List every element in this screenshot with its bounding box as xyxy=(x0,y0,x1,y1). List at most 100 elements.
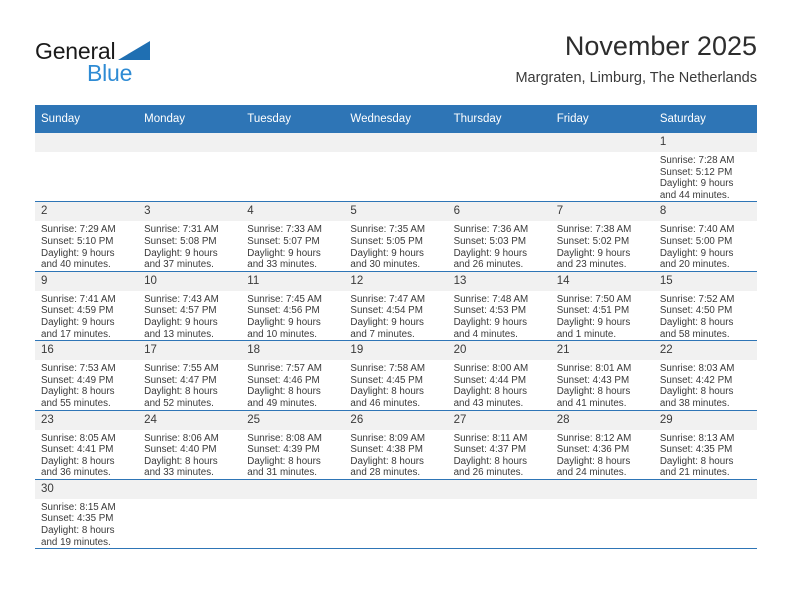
calendar-body: 1 Sunrise: 7:28 AM Sunset: 5:12 PM Daylight… xyxy=(35,133,757,550)
sunset-time: Sunset: 4:36 PM xyxy=(556,444,630,456)
sunset-time: Sunset: 4:42 PM xyxy=(659,374,733,386)
daylight-duration-line2: and 7 minutes. xyxy=(350,328,415,340)
daylight-duration-line1: Daylight: 8 hours xyxy=(247,455,321,467)
calendar-day-cell[interactable]: 25 Sunrise: 8:08 AM Sunset: 4:39 PM Dayligh… xyxy=(241,410,345,480)
day-number: 2 xyxy=(35,202,139,222)
sunrise-time: Sunrise: 8:00 AM xyxy=(453,363,529,375)
daylight-duration-line2: and 44 minutes. xyxy=(659,189,730,201)
day-number: 20 xyxy=(447,341,551,361)
day-detail-block: Sunrise: 7:47 AM Sunset: 4:54 PM Daylight:… xyxy=(344,291,447,340)
day-number xyxy=(447,479,551,499)
weekday-header-friday: Friday xyxy=(550,105,654,133)
day-number: 28 xyxy=(550,410,654,430)
calendar-day-cell[interactable]: 5 Sunrise: 7:35 AM Sunset: 5:05 PM Daylight… xyxy=(344,201,448,272)
day-detail-block: Sunrise: 7:36 AM Sunset: 5:03 PM Daylight:… xyxy=(448,221,551,270)
calendar-day-cell[interactable]: 3 Sunrise: 7:31 AM Sunset: 5:08 PM Daylight… xyxy=(138,201,242,272)
sunrise-time: Sunrise: 7:40 AM xyxy=(659,224,735,236)
day-detail-block: Sunrise: 8:08 AM Sunset: 4:39 PM Daylight:… xyxy=(241,430,344,479)
calendar-day-cell[interactable]: 12 Sunrise: 7:47 AM Sunset: 4:54 PM Dayligh… xyxy=(344,271,448,342)
weekday-header-saturday: Saturday xyxy=(653,105,757,133)
day-detail-block xyxy=(448,152,551,155)
calendar-day-cell[interactable]: 10 Sunrise: 7:43 AM Sunset: 4:57 PM Dayligh… xyxy=(138,271,242,342)
daylight-duration-line2: and 26 minutes. xyxy=(453,467,524,479)
daylight-duration-line1: Daylight: 9 hours xyxy=(556,247,631,259)
daylight-duration-line1: Daylight: 8 hours xyxy=(41,386,115,398)
calendar-day-cell[interactable]: 24 Sunrise: 8:06 AM Sunset: 4:40 PM Dayligh… xyxy=(138,410,242,480)
calendar-week-row: 30 Sunrise: 8:15 AM Sunset: 4:35 PM Dayligh… xyxy=(35,479,757,550)
weekday-header-row: Sunday Monday Tuesday Wednesday Thursday… xyxy=(35,105,757,133)
calendar-day-cell[interactable]: 30 Sunrise: 8:15 AM Sunset: 4:35 PM Dayligh… xyxy=(35,479,139,550)
calendar-day-cell[interactable]: 22 Sunrise: 8:03 AM Sunset: 4:42 PM Dayligh… xyxy=(653,340,757,411)
day-number: 29 xyxy=(653,410,757,430)
calendar-day-cell[interactable]: 7 Sunrise: 7:38 AM Sunset: 5:02 PM Daylight… xyxy=(550,201,654,272)
sunset-time: Sunset: 4:51 PM xyxy=(556,305,630,317)
general-blue-logo[interactable]: General Blue xyxy=(35,38,225,88)
calendar-day-cell[interactable]: 21 Sunrise: 8:01 AM Sunset: 4:43 PM Dayligh… xyxy=(550,340,654,411)
daylight-duration-line2: and 40 minutes. xyxy=(41,259,111,271)
day-number: 8 xyxy=(653,202,757,222)
day-number: 1 xyxy=(653,133,757,152)
calendar-day-cell-empty xyxy=(550,133,654,203)
calendar-day-cell[interactable]: 29 Sunrise: 8:13 AM Sunset: 4:35 PM Dayligh… xyxy=(653,410,757,480)
day-number: 12 xyxy=(344,271,448,291)
day-detail-block: Sunrise: 8:03 AM Sunset: 4:42 PM Daylight:… xyxy=(654,360,757,409)
day-number: 18 xyxy=(241,341,345,361)
day-detail-block: Sunrise: 8:05 AM Sunset: 4:41 PM Daylight:… xyxy=(35,430,138,479)
calendar-day-cell[interactable]: 19 Sunrise: 7:58 AM Sunset: 4:45 PM Dayligh… xyxy=(344,340,448,411)
day-number xyxy=(550,479,654,499)
calendar-day-cell[interactable]: 6 Sunrise: 7:36 AM Sunset: 5:03 PM Daylight… xyxy=(447,201,551,272)
day-detail-block: Sunrise: 7:35 AM Sunset: 5:05 PM Daylight:… xyxy=(344,221,447,270)
calendar-day-cell[interactable]: 2 Sunrise: 7:29 AM Sunset: 5:10 PM Daylight… xyxy=(35,201,139,272)
sunrise-time: Sunrise: 8:09 AM xyxy=(350,432,426,444)
daylight-duration-line1: Daylight: 8 hours xyxy=(247,386,321,398)
weekday-header-sunday: Sunday xyxy=(35,105,139,133)
calendar-day-cell[interactable]: 9 Sunrise: 7:41 AM Sunset: 4:59 PM Daylight… xyxy=(35,271,139,342)
calendar-day-cell[interactable]: 15 Sunrise: 7:52 AM Sunset: 4:50 PM Dayligh… xyxy=(653,271,757,342)
daylight-duration-line2: and 24 minutes. xyxy=(556,467,627,479)
calendar-day-cell[interactable]: 27 Sunrise: 8:11 AM Sunset: 4:37 PM Dayligh… xyxy=(447,410,551,480)
calendar-day-cell[interactable]: 28 Sunrise: 8:12 AM Sunset: 4:36 PM Dayligh… xyxy=(550,410,654,480)
calendar-day-cell[interactable]: 23 Sunrise: 8:05 AM Sunset: 4:41 PM Dayligh… xyxy=(35,410,139,480)
sunset-time: Sunset: 4:40 PM xyxy=(144,444,217,456)
calendar-day-cell[interactable]: 4 Sunrise: 7:33 AM Sunset: 5:07 PM Daylight… xyxy=(241,201,345,272)
day-detail-block: Sunrise: 8:01 AM Sunset: 4:43 PM Daylight:… xyxy=(551,360,654,409)
day-number: 6 xyxy=(447,202,551,222)
sunrise-time: Sunrise: 7:29 AM xyxy=(41,224,116,236)
day-detail-block: Sunrise: 7:38 AM Sunset: 5:02 PM Daylight:… xyxy=(551,221,654,270)
calendar-day-cell[interactable]: 20 Sunrise: 8:00 AM Sunset: 4:44 PM Dayligh… xyxy=(447,340,551,411)
calendar-day-cell-empty xyxy=(653,479,757,550)
sunset-time: Sunset: 4:41 PM xyxy=(41,444,114,456)
weekday-header-monday: Monday xyxy=(138,105,242,133)
day-number: 26 xyxy=(344,410,448,430)
day-detail-block: Sunrise: 7:57 AM Sunset: 4:46 PM Daylight:… xyxy=(241,360,344,409)
day-detail-block xyxy=(344,152,447,155)
daylight-duration-line2: and 49 minutes. xyxy=(247,397,317,409)
day-number xyxy=(550,133,654,152)
calendar-day-cell[interactable]: 1 Sunrise: 7:28 AM Sunset: 5:12 PM Daylight… xyxy=(653,133,757,203)
calendar-day-cell[interactable]: 26 Sunrise: 8:09 AM Sunset: 4:38 PM Dayligh… xyxy=(344,410,448,480)
day-number xyxy=(653,479,757,499)
daylight-duration-line1: Daylight: 8 hours xyxy=(659,386,734,398)
calendar-day-cell[interactable]: 18 Sunrise: 7:57 AM Sunset: 4:46 PM Dayligh… xyxy=(241,340,345,411)
calendar-day-cell[interactable]: 8 Sunrise: 7:40 AM Sunset: 5:00 PM Daylight… xyxy=(653,201,757,272)
daylight-duration-line1: Daylight: 9 hours xyxy=(41,247,115,259)
calendar-day-cell[interactable]: 13 Sunrise: 7:48 AM Sunset: 4:53 PM Dayligh… xyxy=(447,271,551,342)
daylight-duration-line1: Daylight: 8 hours xyxy=(556,386,631,398)
day-number: 14 xyxy=(550,271,654,291)
calendar-day-cell[interactable]: 16 Sunrise: 7:53 AM Sunset: 4:49 PM Dayligh… xyxy=(35,340,139,411)
calendar-week-row: 16 Sunrise: 7:53 AM Sunset: 4:49 PM Dayligh… xyxy=(35,340,757,411)
day-detail-block xyxy=(138,152,241,155)
day-number: 3 xyxy=(138,202,242,222)
calendar-day-cell[interactable]: 17 Sunrise: 7:55 AM Sunset: 4:47 PM Dayligh… xyxy=(138,340,242,411)
daylight-duration-line1: Daylight: 9 hours xyxy=(144,316,218,328)
calendar-day-cell[interactable]: 11 Sunrise: 7:45 AM Sunset: 4:56 PM Dayligh… xyxy=(241,271,345,342)
calendar-day-cell-empty xyxy=(344,133,448,203)
day-detail-block: Sunrise: 7:53 AM Sunset: 4:49 PM Daylight:… xyxy=(35,360,138,409)
calendar-day-cell[interactable]: 14 Sunrise: 7:50 AM Sunset: 4:51 PM Dayligh… xyxy=(550,271,654,342)
daylight-duration-line2: and 46 minutes. xyxy=(350,397,421,409)
logo-text-blue: Blue xyxy=(87,60,133,86)
calendar-page: General Blue November 2025 Margraten, Li… xyxy=(0,0,792,612)
sunrise-time: Sunrise: 7:47 AM xyxy=(350,293,426,305)
sunrise-time: Sunrise: 7:33 AM xyxy=(247,224,322,236)
daylight-duration-line1: Daylight: 8 hours xyxy=(144,386,218,398)
